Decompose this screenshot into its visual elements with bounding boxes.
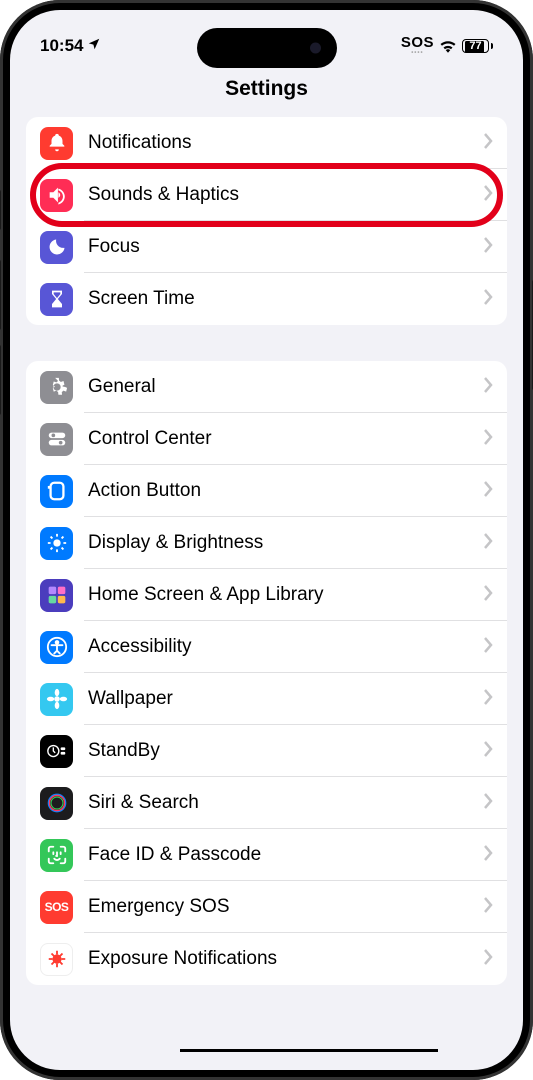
chevron-right-icon <box>484 793 493 814</box>
clock-icon <box>40 735 73 768</box>
row-actionbutton[interactable]: Action Button <box>26 465 507 517</box>
row-standby[interactable]: StandBy <box>26 725 507 777</box>
flower-icon <box>40 683 73 716</box>
chevron-right-icon <box>484 949 493 970</box>
chevron-right-icon <box>484 237 493 258</box>
side-button <box>0 190 1 230</box>
row-wallpaper[interactable]: Wallpaper <box>26 673 507 725</box>
faceid-icon <box>40 839 73 872</box>
row-label: Sounds & Haptics <box>88 184 469 206</box>
row-faceid[interactable]: Face ID & Passcode <box>26 829 507 881</box>
row-controlcenter[interactable]: Control Center <box>26 413 507 465</box>
chevron-right-icon <box>484 429 493 450</box>
chevron-right-icon <box>484 289 493 310</box>
row-label: Emergency SOS <box>88 896 469 918</box>
chevron-right-icon <box>484 585 493 606</box>
content: Notifications Sounds & Haptics Focus <box>10 117 523 985</box>
status-dots: •••• <box>411 50 423 56</box>
row-label: Siri & Search <box>88 792 469 814</box>
chevron-right-icon <box>484 897 493 918</box>
chevron-right-icon <box>484 185 493 206</box>
row-accessibility[interactable]: Accessibility <box>26 621 507 673</box>
virus-icon <box>40 943 73 976</box>
sun-icon <box>40 527 73 560</box>
wifi-icon <box>439 39 457 53</box>
strike-line <box>180 1049 438 1052</box>
row-label: Focus <box>88 236 469 258</box>
side-button <box>0 260 1 330</box>
phone-frame: 10:54 SOS •••• 77 <box>0 0 533 1080</box>
row-sounds[interactable]: Sounds & Haptics <box>26 169 507 221</box>
page-title: Settings <box>10 65 523 117</box>
row-exposure[interactable]: Exposure Notifications <box>26 933 507 985</box>
row-label: Action Button <box>88 480 469 502</box>
row-label: StandBy <box>88 740 469 762</box>
settings-group-2: General Control Center Action Button <box>26 361 507 985</box>
row-label: Display & Brightness <box>88 532 469 554</box>
gear-icon <box>40 371 73 404</box>
status-sos: SOS <box>401 35 434 50</box>
location-icon <box>87 36 101 56</box>
screen: 10:54 SOS •••• 77 <box>10 10 523 1070</box>
row-label: Notifications <box>88 132 469 154</box>
row-screentime[interactable]: Screen Time <box>26 273 507 325</box>
bell-icon <box>40 127 73 160</box>
settings-group-1: Notifications Sounds & Haptics Focus <box>26 117 507 325</box>
row-label: Accessibility <box>88 636 469 658</box>
chevron-right-icon <box>484 481 493 502</box>
speaker-icon <box>40 179 73 212</box>
person-icon <box>40 631 73 664</box>
row-label: General <box>88 376 469 398</box>
row-label: Control Center <box>88 428 469 450</box>
chevron-right-icon <box>484 741 493 762</box>
row-notifications[interactable]: Notifications <box>26 117 507 169</box>
chevron-right-icon <box>484 637 493 658</box>
siri-icon <box>40 787 73 820</box>
grid-icon <box>40 579 73 612</box>
action-icon <box>40 475 73 508</box>
moon-icon <box>40 231 73 264</box>
hourglass-icon <box>40 283 73 316</box>
row-label: Screen Time <box>88 288 469 310</box>
row-emergency[interactable]: SOS Emergency SOS <box>26 881 507 933</box>
dynamic-island <box>197 28 337 68</box>
chevron-right-icon <box>484 533 493 554</box>
row-focus[interactable]: Focus <box>26 221 507 273</box>
chevron-right-icon <box>484 689 493 710</box>
chevron-right-icon <box>484 377 493 398</box>
switches-icon <box>40 423 73 456</box>
row-label: Wallpaper <box>88 688 469 710</box>
chevron-right-icon <box>484 133 493 154</box>
status-time: 10:54 <box>40 36 83 56</box>
sos-icon: SOS <box>40 891 73 924</box>
row-label: Home Screen & App Library <box>88 584 469 606</box>
row-siri[interactable]: Siri & Search <box>26 777 507 829</box>
row-label: Face ID & Passcode <box>88 844 469 866</box>
row-label: Exposure Notifications <box>88 948 469 970</box>
side-button <box>0 345 1 415</box>
chevron-right-icon <box>484 845 493 866</box>
row-general[interactable]: General <box>26 361 507 413</box>
battery-icon: 77 <box>462 39 493 53</box>
row-display[interactable]: Display & Brightness <box>26 517 507 569</box>
row-homescreen[interactable]: Home Screen & App Library <box>26 569 507 621</box>
